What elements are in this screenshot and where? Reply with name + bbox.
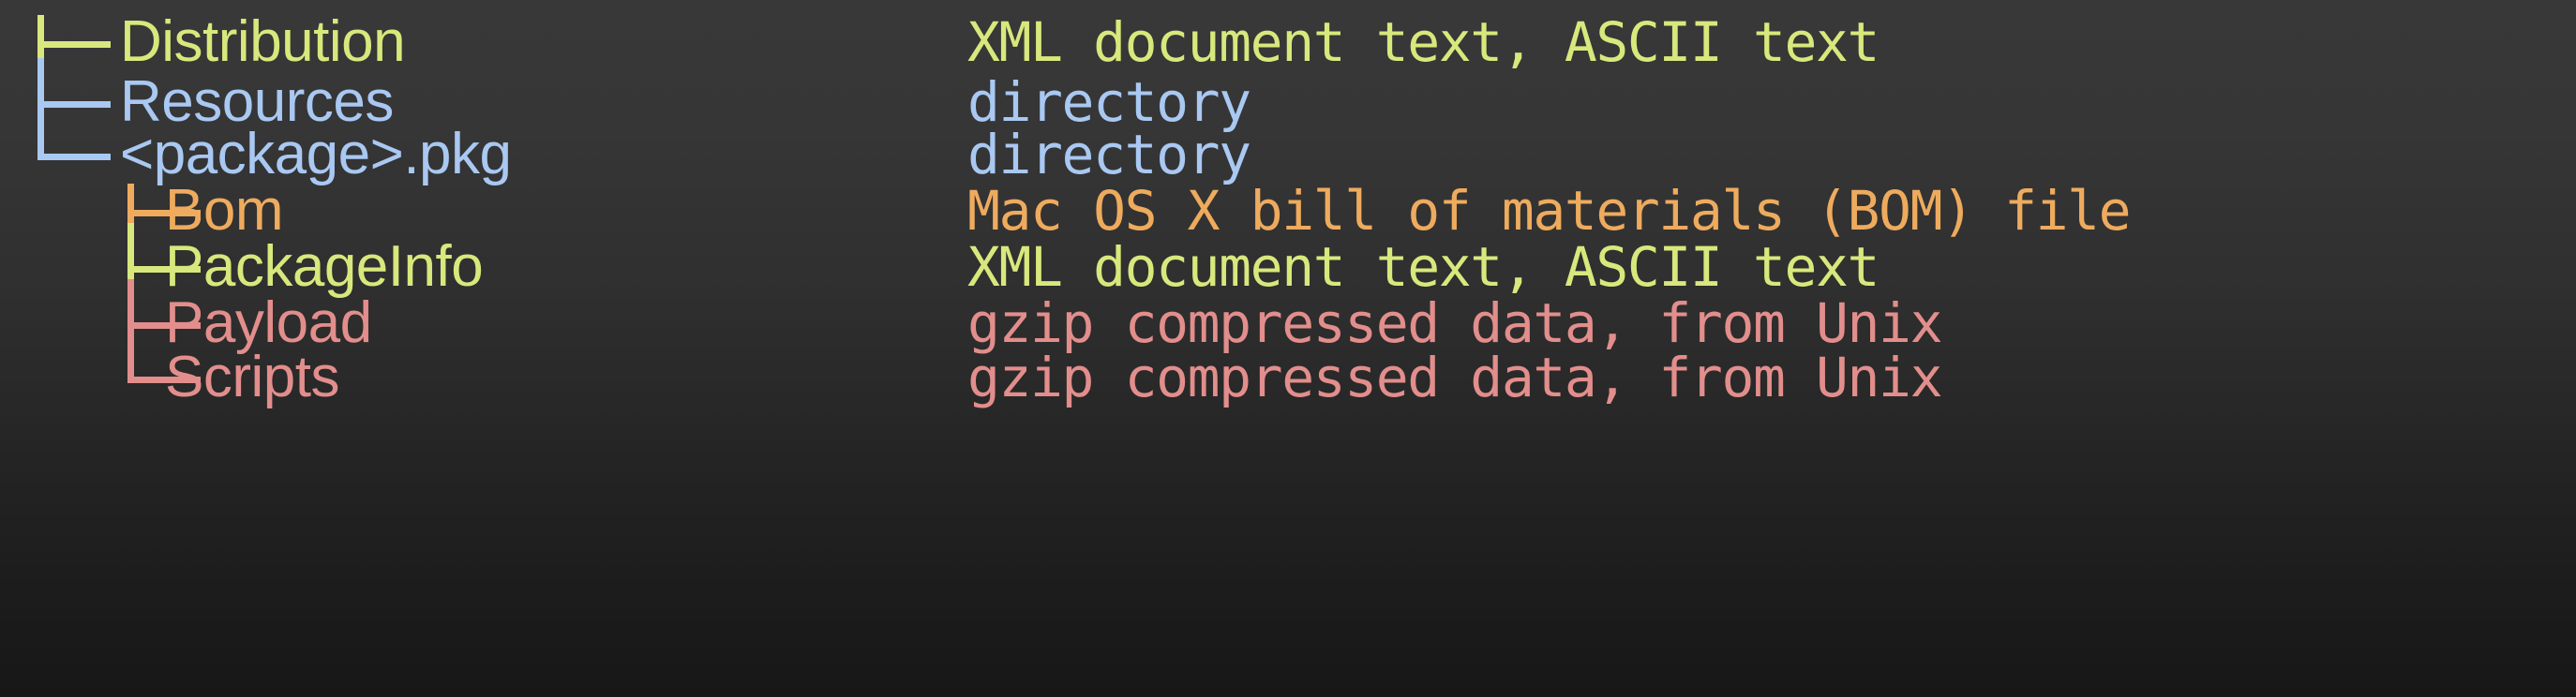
tree-elbow-icon [37, 154, 111, 160]
tree-node-description: gzip compressed data, from Unix [967, 346, 1942, 409]
terminal-tree-output: Distribution XML document text, ASCII tex… [0, 0, 2576, 697]
tree-tee-icon [37, 101, 111, 108]
tree-tee-icon [37, 41, 111, 48]
tree-row: Scripts gzip compressed data, from Unix [0, 334, 2576, 422]
tree-node-name[interactable]: Scripts [165, 334, 339, 422]
